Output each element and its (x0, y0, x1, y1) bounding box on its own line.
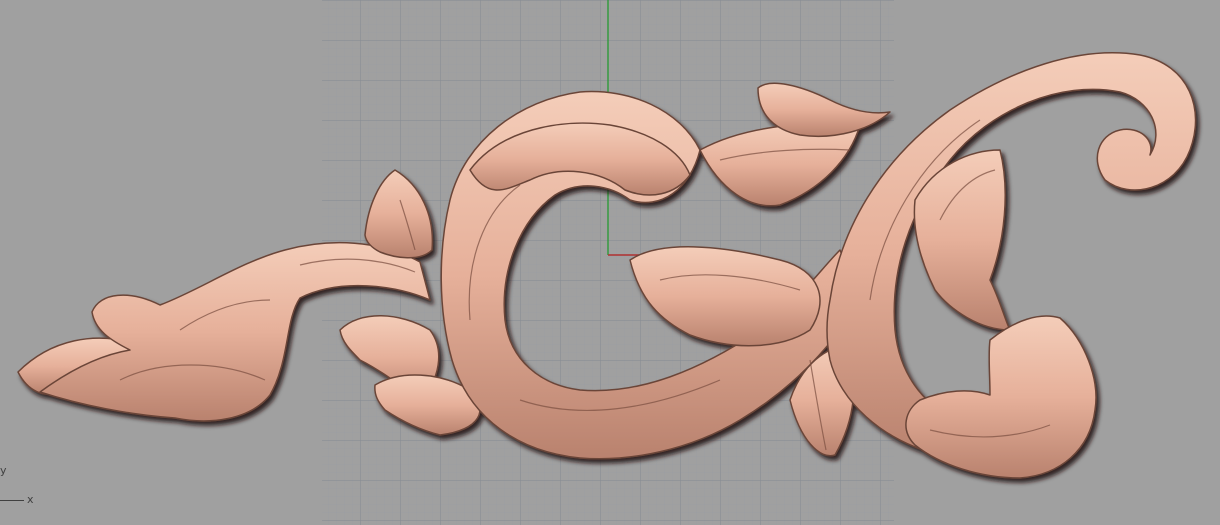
axis-indicator: y x (0, 460, 40, 510)
x-axis-label: x (27, 493, 34, 506)
rhino-top-viewport[interactable]: y x (0, 0, 1220, 525)
x-axis-indicator-line (0, 500, 24, 501)
viewport-canvas[interactable] (0, 0, 1220, 525)
right-lower-cluster (905, 315, 1097, 479)
y-axis-label: y (0, 464, 7, 477)
